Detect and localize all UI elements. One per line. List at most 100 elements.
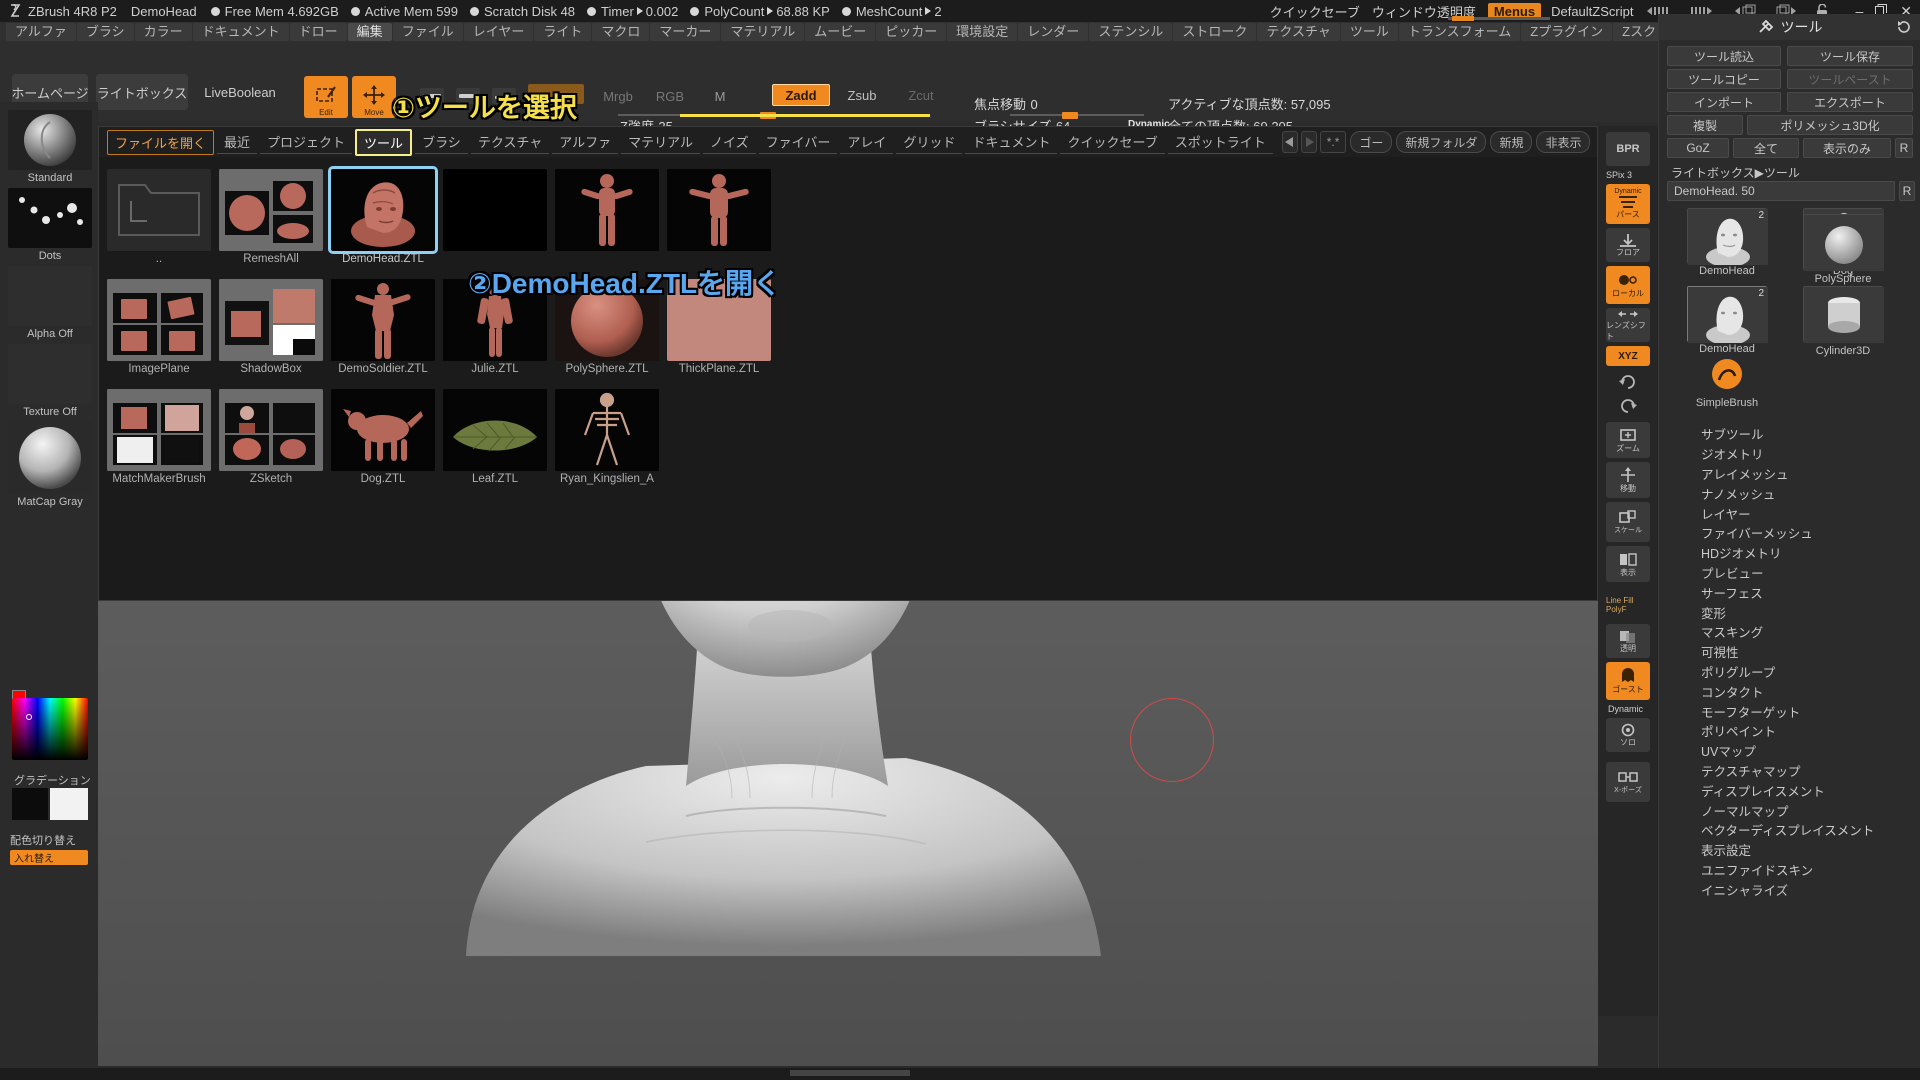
lightbox-tool-breadcrumb[interactable]: ライトボックス▶ツール [1671, 164, 1800, 181]
display-button[interactable]: 表示 [1606, 546, 1650, 582]
rgb-button[interactable]: RGB [648, 86, 692, 106]
lightbox-tab-project[interactable]: プロジェクト [260, 130, 353, 154]
make-polymesh3d-button[interactable]: ポリメッシュ3D化 [1747, 115, 1913, 135]
sidebar-item-displayproperties[interactable]: 表示設定 [1667, 840, 1913, 860]
list-item[interactable]: ShadowBox [219, 279, 323, 375]
local-button[interactable]: ローカル [1606, 266, 1650, 304]
bpr-button[interactable]: BPR [1606, 132, 1650, 166]
menu-item-preferences[interactable]: 環境設定 [947, 23, 1018, 41]
edit-mode-button[interactable]: Edit [304, 76, 348, 118]
sidebar-item-geometry[interactable]: ジオメトリ [1667, 444, 1913, 464]
rotate-cw-button[interactable] [1606, 394, 1650, 416]
sidebar-item-arraymesh[interactable]: アレイメッシュ [1667, 464, 1913, 484]
zoom-button[interactable]: ズーム [1606, 422, 1650, 458]
export-button[interactable]: エクスポート [1787, 92, 1913, 112]
menu-item-zplugin[interactable]: Zプラグイン [1521, 23, 1613, 41]
lightbox-tab-alpha[interactable]: アルファ [552, 130, 619, 154]
folder-icon[interactable] [107, 279, 211, 361]
menu-item-stroke[interactable]: ストローク [1173, 23, 1257, 41]
lightbox-hide-button[interactable]: 非表示 [1536, 131, 1591, 153]
menu-item-edit[interactable]: 編集 [347, 23, 392, 41]
import-button[interactable]: インポート [1667, 92, 1781, 112]
menu-item-document[interactable]: ドキュメント [192, 23, 289, 41]
tool-slot-thumbnail-simplebrush[interactable] [1687, 354, 1767, 394]
menu-item-color[interactable]: カラー [134, 23, 192, 41]
alpha-thumbnail[interactable] [8, 266, 92, 326]
sidebar-item-hdgeometry[interactable]: HDジオメトリ [1667, 543, 1913, 563]
tool-slot-thumbnail-cylinder[interactable] [1803, 286, 1884, 343]
sidebar-item-unifiedskin[interactable]: ユニファイドスキン [1667, 860, 1913, 880]
sidebar-item-masking[interactable]: マスキング [1667, 622, 1913, 642]
m-button[interactable]: M [700, 86, 740, 106]
alpha-palette-item[interactable]: Alpha Off [8, 266, 92, 340]
texture-thumbnail[interactable] [8, 344, 92, 404]
sidebar-item-surface[interactable]: サーフェス [1667, 582, 1913, 602]
stroke-palette-item[interactable]: Dots [8, 188, 92, 262]
lightbox-new-button[interactable]: 新規 [1490, 131, 1533, 153]
blank-thumbnail[interactable] [443, 169, 547, 251]
lightbox-tab-brush[interactable]: ブラシ [415, 130, 468, 154]
sidebar-item-layer[interactable]: レイヤー [1667, 503, 1913, 523]
figure-thumbnail[interactable] [667, 169, 771, 251]
lightbox-tab-texture[interactable]: テクスチャ [470, 130, 550, 154]
leaf-thumbnail[interactable] [443, 389, 547, 471]
focal-shift-slider[interactable]: 焦点移動 0 [974, 94, 1038, 114]
menu-item-light[interactable]: ライト [534, 23, 592, 41]
lightbox-tab-document[interactable]: ドキュメント [965, 130, 1058, 154]
sidebar-item-subtool[interactable]: サブツール [1667, 424, 1913, 444]
line-fill-button[interactable]: Line Fill PolyF [1606, 588, 1650, 622]
sidebar-item-visibility[interactable]: 可視性 [1667, 642, 1913, 662]
sidebar-item-vectordisplacement[interactable]: ベクターディスプレイスメント [1667, 820, 1913, 840]
rotate-ccw-button[interactable] [1606, 370, 1650, 392]
menu-item-tool[interactable]: ツール [1340, 23, 1398, 41]
visible-only-button[interactable]: 表示のみ [1803, 138, 1891, 158]
floor-button[interactable]: フロア [1606, 228, 1650, 262]
menu-item-draw[interactable]: ドロー [289, 23, 347, 41]
menu-item-file[interactable]: ファイル [392, 23, 463, 41]
zsub-button[interactable]: Zsub [834, 84, 890, 106]
list-item[interactable]: ZSketch [219, 389, 323, 485]
lightbox-tab-array[interactable]: アレイ [840, 130, 894, 154]
tool-paste-button[interactable]: ツールペースト [1787, 69, 1913, 89]
secondary-color-swatch[interactable] [50, 788, 88, 820]
lightbox-tab-noise[interactable]: ノイズ [703, 130, 756, 154]
dog-thumbnail[interactable] [331, 389, 435, 471]
list-item[interactable]: Leaf.ZTL [443, 389, 547, 485]
brush-thumbnail[interactable] [8, 110, 92, 170]
list-item[interactable] [555, 169, 659, 253]
current-tool-name[interactable]: DemoHead. 50 [1667, 181, 1895, 201]
lightbox-tab-spotlight[interactable]: スポットライト [1167, 130, 1273, 154]
list-item[interactable]: Dog.ZTL [331, 389, 435, 485]
material-thumbnail[interactable] [8, 422, 92, 494]
goz-r-button[interactable]: R [1895, 138, 1913, 158]
ghost-button[interactable]: ゴースト [1606, 662, 1650, 700]
tool-slot-demohead2[interactable]: 2 DemoHead [1687, 286, 1768, 355]
list-item[interactable]: MatchMakerBrush [107, 389, 211, 485]
current-tool-r-button[interactable]: R [1899, 181, 1915, 201]
lightbox-forward-button[interactable] [1300, 131, 1317, 153]
material-palette-item[interactable]: MatCap Gray [8, 422, 92, 508]
stroke-thumbnail[interactable] [8, 188, 92, 248]
folder-up-icon[interactable] [107, 169, 211, 251]
lightbox-back-button[interactable] [1281, 131, 1298, 153]
demohead-thumbnail[interactable] [328, 166, 438, 254]
tool-slot-thumbnail[interactable]: 2 [1687, 286, 1768, 345]
folder-icon[interactable] [219, 389, 323, 471]
lightbox-new-folder-button[interactable]: 新規フォルダ [1396, 131, 1487, 153]
color-picker[interactable] [12, 698, 88, 760]
folder-icon[interactable] [107, 389, 211, 471]
list-item[interactable]: .. [107, 169, 211, 265]
figure-thumbnail[interactable] [555, 169, 659, 251]
zadd-button[interactable]: Zadd [772, 84, 830, 106]
brush-palette-item[interactable]: Standard [8, 110, 92, 184]
lightbox-tab-tool[interactable]: ツール [355, 128, 413, 156]
list-item[interactable]: RemeshAll [219, 169, 323, 265]
tool-load-button[interactable]: ツール読込 [1667, 46, 1781, 66]
folder-icon[interactable] [219, 169, 323, 251]
sidebar-item-displacement[interactable]: ディスプレイスメント [1667, 780, 1913, 800]
list-item[interactable]: DemoSoldier.ZTL [331, 279, 435, 375]
liveboolean-button[interactable]: LiveBoolean [192, 74, 288, 110]
duplicate-button[interactable]: 複製 [1667, 115, 1743, 135]
sidebar-item-polygroups[interactable]: ポリグループ [1667, 662, 1913, 682]
tool-copy-button[interactable]: ツールコピー [1667, 69, 1781, 89]
